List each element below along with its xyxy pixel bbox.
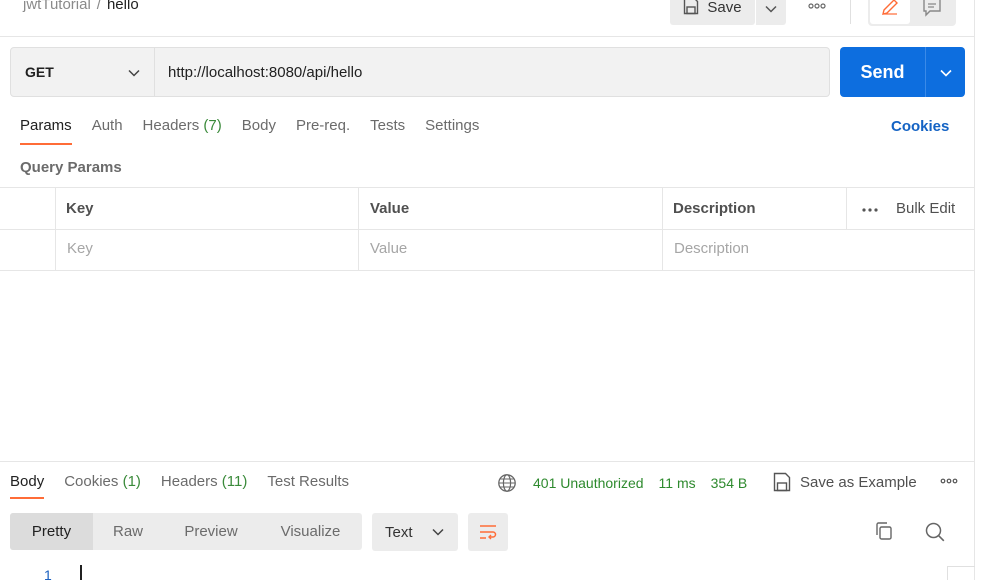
breadcrumb-separator: /: [96, 0, 101, 13]
view-mode-segmented: Pretty Raw Preview Visualize: [10, 513, 362, 550]
edit-mode-button[interactable]: [870, 0, 910, 24]
param-key-input[interactable]: Key: [67, 240, 93, 257]
chevron-down-icon: [765, 0, 777, 16]
method-value: GET: [25, 64, 54, 80]
column-header-key: Key: [66, 200, 94, 217]
comments-button[interactable]: [912, 0, 952, 24]
tab-count: (1): [122, 473, 141, 490]
tab-headers[interactable]: Headers (7): [143, 117, 222, 145]
tab-label: Pre-req.: [295, 117, 351, 134]
format-value: Text: [385, 523, 413, 541]
tab-label: Body: [10, 473, 45, 490]
tab-test-results[interactable]: Test Results: [267, 473, 349, 499]
method-select[interactable]: GET: [10, 47, 155, 97]
tab-count: (11): [221, 473, 248, 490]
view-mode-pretty[interactable]: Pretty: [10, 513, 93, 550]
format-select[interactable]: Text: [372, 513, 458, 551]
response-tabs: Body Cookies (1) Headers (11) Test Resul…: [10, 473, 369, 499]
column-header-value: Value: [370, 200, 410, 217]
chevron-down-icon: [128, 64, 140, 80]
more-options-icon[interactable]: [862, 203, 878, 215]
wrap-lines-icon: [478, 523, 498, 541]
breadcrumb: jwtTutorial / hello: [23, 0, 139, 13]
table-border: [0, 187, 975, 188]
tab-body[interactable]: Body: [242, 117, 276, 145]
save-as-example-button[interactable]: Save as Example: [773, 472, 917, 492]
tab-label: Test Results: [267, 473, 350, 490]
send-button[interactable]: Send: [840, 47, 925, 97]
response-meta: 401 Unauthorized 11 ms 354 B: [497, 473, 762, 493]
column-header-description: Description: [673, 200, 756, 217]
save-label: Save: [707, 0, 742, 16]
response-time[interactable]: 11 ms: [659, 475, 696, 491]
chevron-down-icon: [939, 64, 952, 80]
send-options-button[interactable]: [925, 47, 965, 97]
tab-label: Headers: [142, 117, 200, 134]
query-params-title: Query Params: [20, 159, 122, 176]
search-icon[interactable]: [924, 521, 946, 546]
tab-settings[interactable]: Settings: [425, 117, 479, 145]
editor-scrollbar[interactable]: [947, 566, 975, 580]
send-label: Send: [860, 61, 905, 82]
tab-auth[interactable]: Auth: [92, 117, 123, 145]
save-options-button[interactable]: [755, 0, 786, 25]
tab-response-body[interactable]: Body: [10, 473, 45, 499]
url-input[interactable]: http://localhost:8080/api/hello: [155, 47, 830, 97]
copy-icon[interactable]: [874, 521, 894, 544]
breadcrumb-collection[interactable]: jwtTutorial: [23, 0, 91, 13]
table-column-divider: [662, 187, 663, 271]
status-code[interactable]: 401 Unauthorized: [533, 475, 644, 491]
more-options-icon[interactable]: [940, 475, 958, 487]
cookies-link[interactable]: Cookies: [891, 118, 949, 135]
tab-response-cookies[interactable]: Cookies (1): [64, 473, 141, 499]
tab-tests[interactable]: Tests: [370, 117, 405, 145]
response-size[interactable]: 354 B: [711, 475, 748, 491]
bulk-edit-area: Bulk Edit: [862, 200, 955, 217]
tab-label: Auth: [91, 117, 123, 134]
tab-label: Headers: [160, 473, 218, 490]
globe-icon[interactable]: [497, 473, 517, 493]
tab-label: Params: [20, 117, 72, 134]
pencil-icon: [880, 0, 900, 20]
tab-pre-request[interactable]: Pre-req.: [296, 117, 350, 145]
more-options-icon[interactable]: [806, 0, 828, 18]
tab-label: Settings: [425, 117, 480, 134]
right-panel-divider: [974, 0, 975, 580]
save-icon: [773, 472, 791, 492]
save-icon: [683, 0, 699, 19]
bulk-edit-button[interactable]: Bulk Edit: [896, 200, 955, 217]
tab-label: Tests: [370, 117, 406, 134]
save-as-example-label: Save as Example: [800, 473, 917, 491]
url-value: http://localhost:8080/api/hello: [168, 63, 363, 81]
table-border: [0, 270, 975, 271]
view-mode-preview[interactable]: Preview: [163, 513, 259, 550]
breadcrumb-request-name[interactable]: hello: [107, 0, 139, 13]
view-mode-visualize[interactable]: Visualize: [259, 513, 362, 550]
header-divider: [0, 36, 975, 37]
tab-response-headers[interactable]: Headers (11): [161, 473, 247, 499]
request-tabs: Params Auth Headers (7) Body Pre-req. Te…: [20, 117, 499, 145]
table-column-divider: [358, 187, 359, 271]
tab-label: Cookies: [64, 473, 119, 490]
table-column-divider: [55, 187, 56, 271]
tab-label: Body: [241, 117, 276, 134]
view-mode-raw[interactable]: Raw: [93, 513, 163, 550]
comment-icon: [922, 0, 942, 20]
table-border: [0, 229, 975, 230]
param-description-input[interactable]: Description: [674, 240, 749, 257]
tab-count: (7): [203, 117, 222, 134]
tab-params[interactable]: Params: [20, 117, 72, 145]
editor-line-number: 1: [44, 567, 52, 580]
param-value-input[interactable]: Value: [370, 240, 407, 257]
response-divider[interactable]: [0, 461, 975, 462]
wrap-lines-button[interactable]: [468, 513, 508, 551]
save-button[interactable]: Save: [670, 0, 755, 25]
toolbar-divider: [850, 0, 851, 24]
chevron-down-icon: [432, 528, 444, 536]
editor-cursor[interactable]: [80, 565, 82, 580]
table-column-divider: [846, 187, 847, 229]
